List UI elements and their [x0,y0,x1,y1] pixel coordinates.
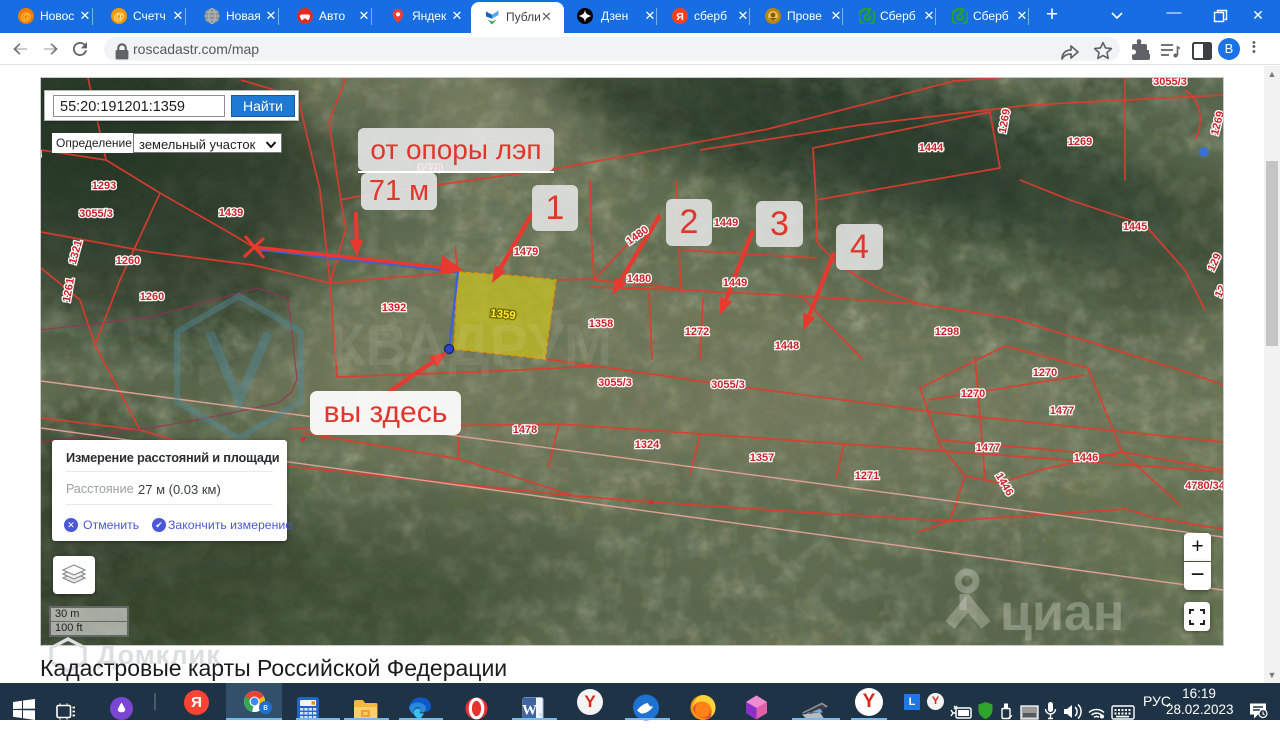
svg-text:Я: Я [676,11,684,23]
svg-text:1449: 1449 [723,277,747,289]
svg-text:1357: 1357 [750,452,774,464]
svg-text:1446: 1446 [1074,452,1098,464]
svg-text:1477: 1477 [1050,405,1074,417]
svg-text:3055/3: 3055/3 [79,208,113,220]
svg-text:1444: 1444 [919,142,944,154]
svg-text:1260: 1260 [140,291,164,303]
svg-text:циан: циан [1000,584,1124,642]
svg-text:1260: 1260 [116,255,140,267]
svg-text:@: @ [21,11,32,23]
svg-text:1358: 1358 [589,318,613,330]
svg-text:1293: 1293 [92,180,116,192]
svg-text:1270: 1270 [1033,367,1057,379]
svg-text:1478: 1478 [513,424,537,436]
svg-text:1270: 1270 [961,388,985,400]
svg-text:4780/34: 4780/34 [1185,480,1223,492]
svg-text:1448: 1448 [775,340,799,352]
svg-text:1445: 1445 [1123,221,1147,233]
svg-text:1392: 1392 [382,302,406,314]
svg-text:1269: 1269 [1068,136,1092,148]
svg-text:3055/3: 3055/3 [711,379,745,391]
svg-text:3055/3: 3055/3 [598,377,632,389]
svg-text:1324: 1324 [635,439,660,451]
svg-text:1439: 1439 [219,207,243,219]
svg-text:1298: 1298 [935,326,959,338]
svg-text:1479: 1479 [514,246,538,258]
svg-text:@: @ [114,11,125,23]
svg-text:3055/3: 3055/3 [1153,78,1187,88]
svg-text:1477: 1477 [976,442,1000,454]
svg-text:1271: 1271 [855,470,879,482]
svg-text:КВАДРУМ: КВАДРУМ [330,313,612,378]
svg-text:1449: 1449 [714,217,738,229]
svg-text:1480: 1480 [627,273,651,285]
svg-text:1272: 1272 [685,326,709,338]
